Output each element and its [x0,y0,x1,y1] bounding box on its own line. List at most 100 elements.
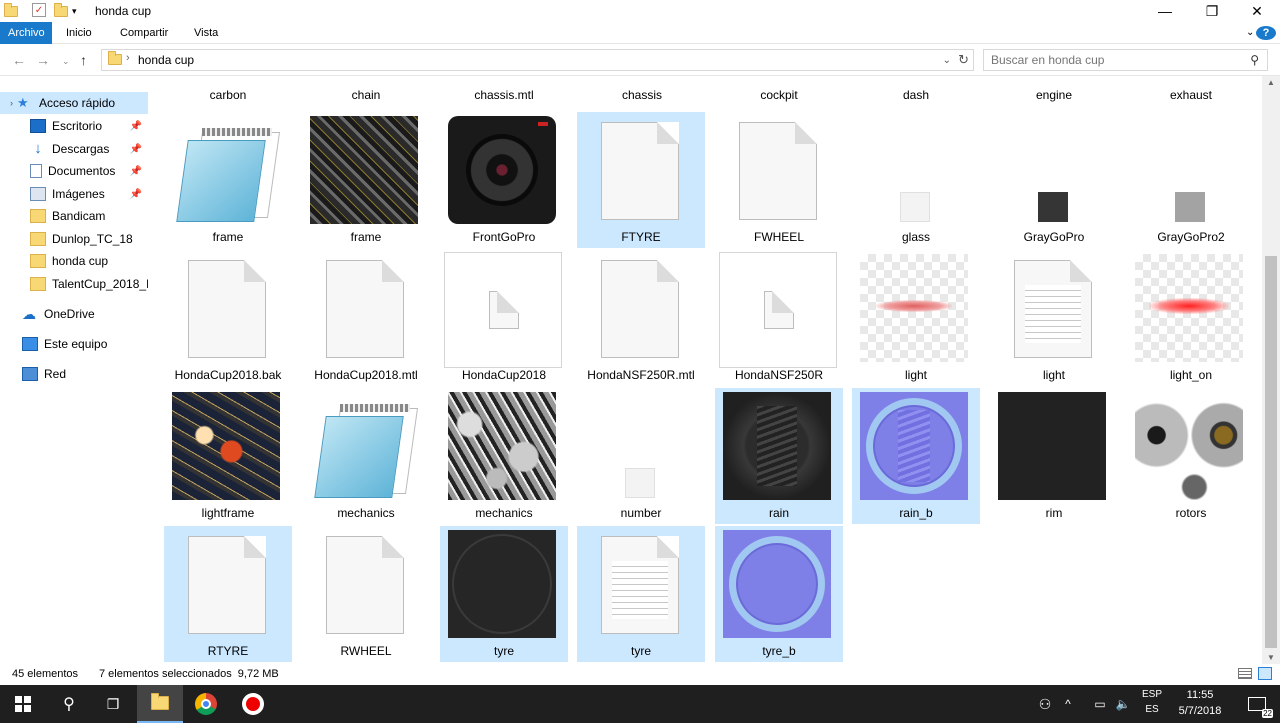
file-name: glass [901,230,930,244]
notifications-icon[interactable]: 22 [1234,685,1280,723]
file-item[interactable]: mechanics [440,388,568,524]
file-item[interactable]: rim [990,388,1118,524]
file-item[interactable]: light [852,250,980,386]
pin-icon[interactable]: 📌 [130,166,142,177]
sidebar-item-descargas[interactable]: ↓ Descargas 📌 [0,138,148,160]
sidebar-item-talentcup[interactable]: TalentCup_2018_Ho [0,273,148,295]
desktop-icon [30,119,46,133]
file-item[interactable]: FrontGoPro [440,112,568,248]
language-indicator[interactable]: ESP ES [1140,689,1164,715]
sidebar-item-label: Este equipo [44,337,108,351]
file-item-selected[interactable]: FTYRE [577,112,705,248]
file-item[interactable]: cockpit [715,76,843,106]
file-item[interactable]: mechanics [302,388,430,524]
file-item-selected[interactable]: rain [715,388,843,524]
file-item[interactable]: HondaCup2018.mtl [302,250,430,386]
task-view-icon[interactable]: ❐ [90,685,136,723]
details-view-icon[interactable] [1238,668,1252,679]
chevron-up-icon[interactable]: ^ [1058,685,1078,723]
up-arrow-icon[interactable]: ↑ [80,52,87,68]
file-item[interactable]: exhaust [1127,76,1255,106]
scroll-down-icon[interactable]: ▼ [1267,653,1275,662]
file-item-selected[interactable]: tyre_b [715,526,843,662]
file-item[interactable]: light_on [1127,250,1255,386]
minimize-button[interactable]: — [1142,0,1188,22]
large-icons-view-icon[interactable] [1258,667,1272,680]
scrollbar-thumb[interactable] [1265,256,1277,648]
help-icon[interactable]: ? [1256,26,1276,40]
file-item[interactable]: HondaNSF250R.mtl [577,250,705,386]
pin-icon[interactable]: 📌 [130,121,142,132]
file-item[interactable]: lightframe [164,388,292,524]
sidebar-item-network[interactable]: Red [0,363,148,385]
sidebar-item-quick-access[interactable]: › ★ Acceso rápido [0,92,148,114]
file-item[interactable]: chassis.mtl [440,76,568,106]
clock[interactable]: 11:55 5/7/2018 [1172,689,1228,717]
properties-icon[interactable]: ✓ [32,3,46,17]
file-item[interactable]: HondaNSF250R [715,250,843,386]
scroll-up-icon[interactable]: ▲ [1267,78,1275,87]
record-icon[interactable] [230,685,276,723]
sidebar-item-honda-cup[interactable]: honda cup [0,250,148,272]
file-name: RWHEEL [340,644,392,658]
chevron-down-icon[interactable]: ⌄ [943,55,951,66]
file-item[interactable]: chain [302,76,430,106]
sidebar-item-imagenes[interactable]: Imágenes 📌 [0,183,148,205]
address-input[interactable]: › honda cup ⌄ ↻ [101,49,974,71]
file-item[interactable]: chassis [578,76,706,106]
folder-icon [4,2,18,19]
file-item[interactable]: frame [302,112,430,248]
tab-inicio[interactable]: Inicio [58,22,100,44]
file-item-selected[interactable]: tyre [440,526,568,662]
back-arrow-icon[interactable]: ← [12,52,26,68]
sidebar-item-this-pc[interactable]: Este equipo [0,333,148,355]
file-item-selected[interactable]: tyre [577,526,705,662]
tab-compartir[interactable]: Compartir [112,22,176,44]
file-item[interactable]: light [990,250,1118,386]
forward-arrow-icon[interactable]: → [36,52,50,68]
expand-chevron-icon[interactable]: › [10,98,13,108]
file-item[interactable]: glass [852,112,980,248]
file-item[interactable]: frame [164,112,292,248]
file-item-selected[interactable]: RTYRE [164,526,292,662]
pin-icon[interactable]: 📌 [130,189,142,200]
file-name: tyre [630,644,651,658]
file-item-selected[interactable]: rain_b [852,388,980,524]
file-item[interactable]: FWHEEL [715,112,843,248]
volume-icon[interactable]: 🔈 [1112,685,1134,723]
search-box[interactable]: ⚲ [983,49,1268,71]
recent-chevron-icon[interactable]: ⌄ [62,56,70,67]
windows-start-icon[interactable] [0,685,46,723]
file-item[interactable]: dash [852,76,980,106]
tab-vista[interactable]: Vista [186,22,226,44]
search-input[interactable] [991,53,1241,67]
search-icon[interactable]: ⚲ [46,685,92,723]
file-item[interactable]: HondaCup2018 [440,250,568,386]
sidebar-item-bandicam[interactable]: Bandicam [0,205,148,227]
tab-archivo[interactable]: Archivo [0,22,52,44]
file-item[interactable]: number [577,388,705,524]
chrome-icon[interactable] [183,685,229,723]
file-item[interactable]: RWHEEL [302,526,430,662]
new-folder-icon[interactable] [54,2,68,19]
network-icon[interactable]: ▭ [1090,685,1110,723]
file-item[interactable]: GrayGoPro2 [1127,112,1255,248]
file-item[interactable]: carbon [164,76,292,106]
file-item[interactable]: HondaCup2018.bak [164,250,292,386]
sidebar-item-documentos[interactable]: Documentos 📌 [0,160,148,182]
sidebar-item-onedrive[interactable]: ☁ OneDrive [0,303,148,325]
sidebar-item-escritorio[interactable]: Escritorio 📌 [0,115,148,137]
file-explorer-taskbar-icon[interactable] [137,685,183,723]
file-item[interactable]: engine [990,76,1118,106]
file-item[interactable]: GrayGoPro [990,112,1118,248]
sidebar-item-dunlop[interactable]: Dunlop_TC_18 [0,228,148,250]
close-button[interactable]: ✕ [1234,0,1280,22]
restore-button[interactable]: ❐ [1189,0,1235,22]
file-name: dash [902,88,930,102]
pin-icon[interactable]: 📌 [130,144,142,155]
file-name: chassis [621,88,662,102]
file-name: HondaCup2018.mtl [314,368,418,382]
file-item[interactable]: rotors [1127,388,1255,524]
refresh-icon[interactable]: ↻ [958,52,969,68]
chevron-down-icon[interactable]: ▾ [72,3,77,19]
